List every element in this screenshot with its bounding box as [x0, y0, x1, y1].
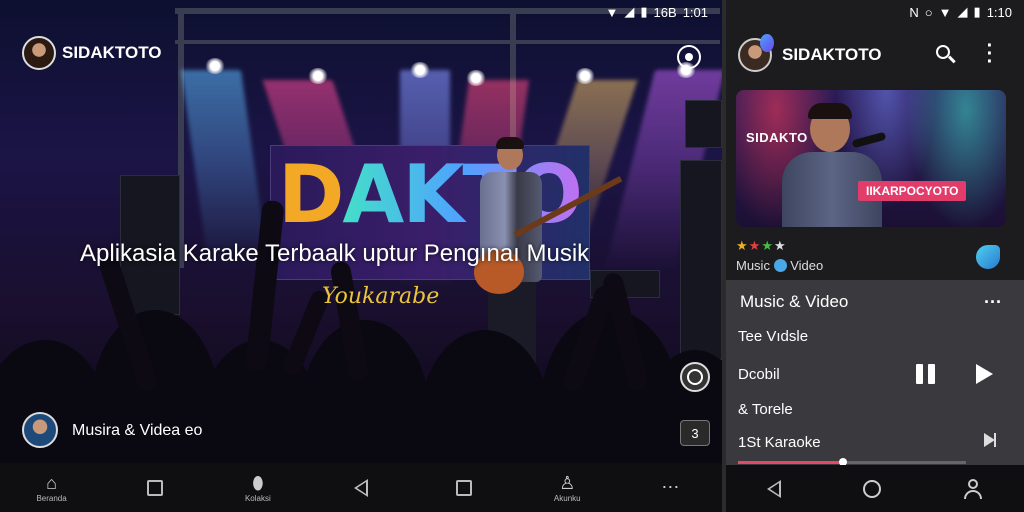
record-dot: [685, 53, 693, 61]
stage-logo-first-letter: D: [278, 148, 344, 241]
status-label: 16B: [653, 4, 677, 20]
subtitle-video: Video: [790, 258, 824, 273]
list-item-label: Tee Vıdsle: [738, 328, 809, 345]
home-button[interactable]: [863, 479, 881, 498]
microphone-icon: [851, 131, 887, 149]
play-icon[interactable]: [976, 364, 993, 384]
pause-icon[interactable]: [916, 364, 938, 384]
profile-icon: ♙: [559, 472, 576, 493]
nav-back[interactable]: [331, 477, 391, 499]
stage-truss: [175, 40, 720, 44]
list-title: Music & Video: [740, 292, 849, 311]
skip-next-icon[interactable]: [984, 433, 996, 447]
stage-light: [410, 62, 430, 78]
nfc-icon: N: [909, 4, 919, 20]
card-badge: IIKARPOCYOTO: [858, 181, 967, 201]
back-button[interactable]: [767, 479, 781, 498]
signal-icon: ◢: [624, 4, 635, 19]
stage-light: [308, 68, 328, 84]
speaker-amp: [680, 160, 722, 360]
list-item-label: 1St Karaoke: [738, 434, 821, 451]
brand-icon[interactable]: [976, 245, 1000, 269]
rating-stars: ★★★★: [736, 238, 787, 254]
more-vert-icon[interactable]: · · ·: [982, 36, 998, 72]
signal-icon: ◢: [957, 4, 968, 19]
star-icon: ★: [773, 238, 787, 253]
status-time: 1:01: [682, 4, 708, 20]
nav-square[interactable]: [125, 477, 185, 499]
bottom-caption: Musira & Videa eo: [72, 422, 203, 439]
app-name: SIDAKTOTO: [782, 45, 882, 64]
status-bar: N ○ ▼ ◢ ▮ 1:10: [909, 4, 1012, 20]
card-logo: SIDAKTO: [746, 130, 808, 145]
karaoke-hero-screen: DAKTO Aplikasia Karake Terbaalk uptur Pe…: [0, 0, 722, 512]
square-icon: [146, 477, 163, 499]
featured-card[interactable]: SIDAKTO IIKARPOCYOTO: [736, 90, 1006, 227]
list-item-label: Dcobil: [738, 366, 780, 383]
subtitle-music: Music: [736, 258, 770, 273]
nav-more[interactable]: ⋯: [640, 477, 700, 499]
stage-light: [466, 70, 486, 86]
alarm-icon: ○: [924, 4, 933, 20]
shield-icon: ⬮: [252, 472, 264, 493]
progress-fill: [738, 461, 843, 464]
music-library-screen: N ○ ▼ ◢ ▮ 1:10 SIDAKTOTO · · · SIDAKTO IIK…: [726, 0, 1024, 512]
overview-label: 3: [691, 425, 699, 441]
status-bar: ▼ ◢ ▮ 16B 1:01: [606, 4, 708, 20]
record-icon[interactable]: [677, 45, 701, 69]
nav-home-label: Beranda: [36, 494, 67, 503]
chat-icon: [773, 259, 787, 272]
list-item[interactable]: Dcobil: [738, 366, 780, 383]
list-item[interactable]: 1St Karaoke: [738, 434, 821, 451]
avatar[interactable]: [22, 36, 56, 70]
nav-collection[interactable]: ⬮ Kolaksi: [228, 472, 288, 504]
more-horiz-icon[interactable]: ···: [984, 292, 1002, 313]
battery-icon: ▮: [640, 4, 648, 19]
list-item-label: & Torele: [738, 401, 793, 418]
speaker-amp: [685, 100, 722, 148]
nav-recents[interactable]: [434, 477, 494, 499]
star-icon: ★: [748, 238, 762, 253]
more-icon: ⋯: [661, 477, 680, 497]
stage-light: [205, 58, 225, 74]
app-name: SIDAKTOTO: [62, 43, 162, 62]
profile-icon[interactable]: [963, 478, 983, 499]
wifi-icon: ▼: [605, 4, 619, 20]
list-item[interactable]: Tee Vıdsle: [738, 328, 808, 345]
nav-collection-label: Kolaksi: [244, 494, 271, 503]
back-icon: [353, 477, 368, 499]
playback-progress[interactable]: [738, 458, 966, 466]
nav-account[interactable]: ♙ Akunku: [537, 472, 597, 504]
home-icon: ⌂: [46, 472, 57, 493]
star-icon: ★: [736, 238, 749, 253]
battery-icon: ▮: [973, 4, 981, 19]
back-icon: [767, 479, 781, 498]
music-list-panel: Music & Video ··· Tee Vıdsle Dcobil & To…: [726, 280, 1024, 466]
list-item[interactable]: & Torele: [738, 401, 793, 418]
wifi-icon: ▼: [938, 4, 952, 20]
avatar[interactable]: [22, 412, 58, 448]
hero-title: Aplikasia Karake Terbaalk uptur Pengınaı…: [80, 240, 590, 267]
search-icon[interactable]: [934, 43, 958, 67]
card-singer-hair: [808, 103, 852, 119]
stage-logo-rest: AKTO: [342, 148, 582, 241]
star-icon: ★: [761, 238, 774, 253]
record-button[interactable]: [680, 362, 710, 392]
overview-button[interactable]: 3: [680, 420, 710, 446]
badge-icon: [760, 34, 774, 52]
bottom-navbar: ⌂ Beranda ⬮ Kolaksi ♙ Akunku ⋯: [0, 463, 722, 512]
card-subtitle: Music Video: [736, 258, 823, 273]
square-icon: [456, 477, 473, 499]
stage-light: [575, 68, 595, 84]
singer-hair: [496, 137, 524, 149]
status-time: 1:10: [986, 4, 1012, 20]
hero-subtitle: Youkarabe: [322, 284, 440, 309]
system-navbar: [726, 465, 1024, 512]
circle-icon: [687, 369, 703, 385]
nav-home[interactable]: ⌂ Beranda: [22, 472, 82, 504]
nav-account-label: Akunku: [553, 494, 581, 503]
